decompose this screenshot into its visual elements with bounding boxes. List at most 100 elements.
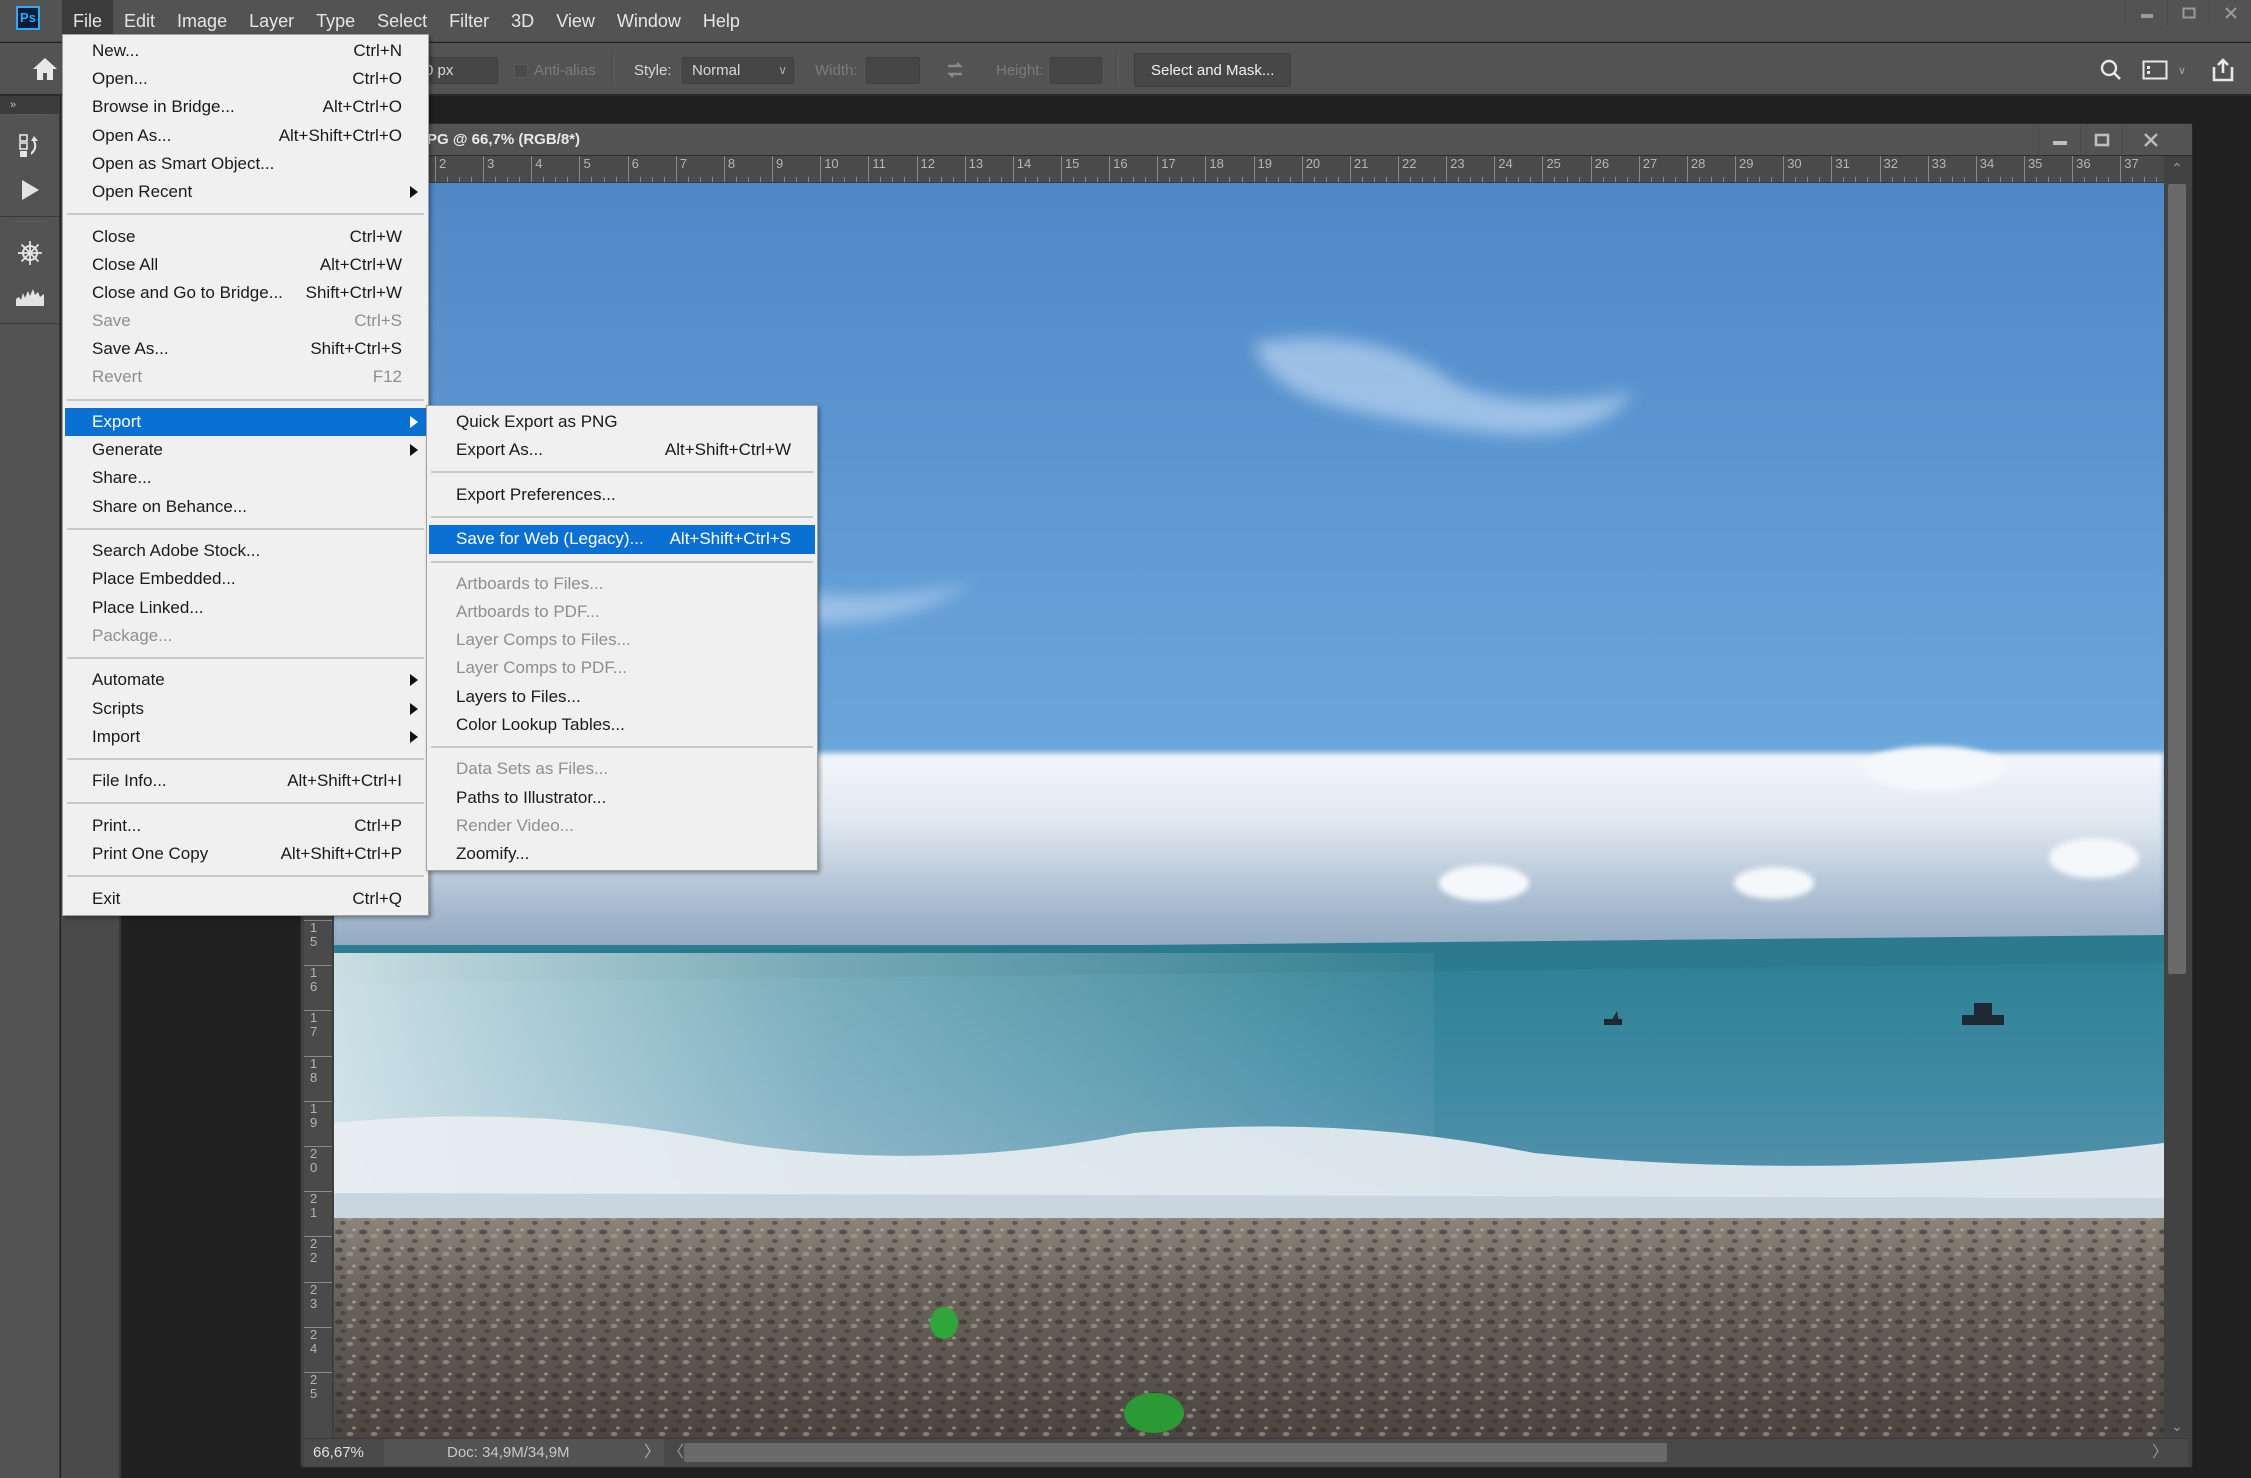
home-icon[interactable] — [30, 55, 60, 83]
menu-item-label: File Info... — [92, 771, 167, 791]
menu-item-open[interactable]: Open... Ctrl+O — [65, 65, 426, 93]
menu-item-shortcut: Alt+Shift+Ctrl+S — [669, 529, 791, 549]
menu-item-scripts[interactable]: Scripts — [65, 695, 426, 723]
menu-item-layer-comps-to-files[interactable]: Layer Comps to Files... — [429, 626, 815, 654]
width-input[interactable] — [866, 57, 920, 84]
maximize-icon[interactable] — [2080, 126, 2122, 154]
menu-item-open-recent[interactable]: Open Recent — [65, 178, 426, 206]
menu-item-share[interactable]: Share... — [65, 464, 426, 492]
swap-icon[interactable] — [940, 55, 970, 85]
menu-item-search-adobe-stock[interactable]: Search Adobe Stock... — [65, 537, 426, 565]
menu-item-layers-to-files[interactable]: Layers to Files... — [429, 683, 815, 711]
histogram-icon[interactable] — [0, 275, 59, 319]
menu-item-close[interactable]: Close Ctrl+W — [65, 223, 426, 251]
menu-item-render-video[interactable]: Render Video... — [429, 812, 815, 840]
menu-item-place-linked[interactable]: Place Linked... — [65, 594, 426, 622]
style-select[interactable]: Normal ∨ — [682, 57, 794, 84]
share-icon[interactable] — [2208, 55, 2238, 85]
actions-play-icon[interactable] — [0, 168, 59, 212]
panel-grip[interactable] — [14, 221, 45, 231]
workspace-icon[interactable] — [2140, 55, 2170, 85]
document-size-info[interactable]: Doc: 34,9M/34,9M — [447, 1439, 570, 1466]
menu-item-export-as[interactable]: Export As... Alt+Shift+Ctrl+W — [429, 436, 815, 464]
search-icon[interactable] — [2096, 55, 2126, 85]
menu-item-color-lookup-tables[interactable]: Color Lookup Tables... — [429, 711, 815, 739]
status-menu-arrow-icon[interactable]: 〉 — [644, 1439, 660, 1466]
menu-3d[interactable]: 3D — [500, 0, 545, 42]
vertical-scrollbar[interactable]: ⌃ ⌄ — [2166, 156, 2188, 1438]
scroll-right-icon[interactable]: 〉 — [2152, 1439, 2168, 1466]
ruler-tick-label: 24 — [304, 1326, 332, 1356]
navigator-icon[interactable] — [0, 231, 59, 275]
menu-item-label: Browse in Bridge... — [92, 97, 235, 117]
menu-item-package[interactable]: Package... — [65, 622, 426, 650]
collapse-panels-button[interactable]: » — [0, 96, 59, 114]
menu-filter[interactable]: Filter — [438, 0, 500, 42]
close-icon[interactable] — [2122, 126, 2178, 154]
antialias-checkbox[interactable] — [514, 64, 528, 78]
menu-item-new[interactable]: New... Ctrl+N — [65, 37, 426, 65]
menu-item-close-and-go-to-bridge[interactable]: Close and Go to Bridge... Shift+Ctrl+W — [65, 279, 426, 307]
close-icon[interactable] — [2209, 0, 2251, 26]
ruler-minor-tick — [1771, 177, 1773, 182]
scroll-down-icon[interactable]: ⌄ — [2166, 1414, 2188, 1438]
menu-item-share-on-behance[interactable]: Share on Behance... — [65, 493, 426, 521]
scroll-up-icon[interactable]: ⌃ — [2166, 156, 2188, 180]
menu-item-save-as[interactable]: Save As... Shift+Ctrl+S — [65, 335, 426, 363]
menu-item-quick-export-as-png[interactable]: Quick Export as PNG — [429, 408, 815, 436]
ruler-minor-tick — [1121, 177, 1123, 182]
ruler-minor-tick — [1518, 177, 1520, 182]
horizontal-scroll-thumb[interactable] — [684, 1443, 1667, 1462]
menu-window[interactable]: Window — [606, 0, 692, 42]
menu-item-automate[interactable]: Automate — [65, 666, 426, 694]
chevron-down-icon[interactable]: ∨ — [2174, 55, 2190, 85]
menu-item-paths-to-illustrator[interactable]: Paths to Illustrator... — [429, 784, 815, 812]
ruler-tick-label: 6 — [627, 156, 639, 182]
menu-item-save-for-web-legacy[interactable]: Save for Web (Legacy)... Alt+Shift+Ctrl+S — [429, 525, 815, 554]
menu-view[interactable]: View — [545, 0, 606, 42]
history-icon[interactable] — [0, 124, 59, 168]
menu-help[interactable]: Help — [692, 0, 751, 42]
menu-item-artboards-to-files[interactable]: Artboards to Files... — [429, 570, 815, 598]
menu-item-artboards-to-pdf[interactable]: Artboards to PDF... — [429, 598, 815, 626]
height-input[interactable] — [1050, 57, 1102, 84]
ruler-tick-label: 32 — [1879, 156, 1898, 182]
menu-item-open-as[interactable]: Open As... Alt+Shift+Ctrl+O — [65, 122, 426, 150]
ruler-minor-tick — [1181, 177, 1183, 182]
menu-item-import[interactable]: Import — [65, 723, 426, 751]
menu-item-open-as-smart-object[interactable]: Open as Smart Object... — [65, 150, 426, 178]
menu-item-place-embedded[interactable]: Place Embedded... — [65, 565, 426, 593]
menu-item-generate[interactable]: Generate — [65, 436, 426, 464]
menu-item-browse-in-bridge[interactable]: Browse in Bridge... Alt+Ctrl+O — [65, 93, 426, 121]
window-controls — [2125, 0, 2251, 26]
menu-item-print-one-copy[interactable]: Print One Copy Alt+Shift+Ctrl+P — [65, 840, 426, 868]
menu-item-file-info[interactable]: File Info... Alt+Shift+Ctrl+I — [65, 767, 426, 795]
menu-item-layer-comps-to-pdf[interactable]: Layer Comps to PDF... — [429, 654, 815, 682]
menu-item-zoomify[interactable]: Zoomify... — [429, 840, 815, 868]
menu-item-data-sets-as-files[interactable]: Data Sets as Files... — [429, 755, 815, 783]
chevron-down-icon: ∨ — [778, 63, 787, 77]
menu-item-export[interactable]: Export — [65, 408, 426, 437]
menu-item-shortcut: Ctrl+W — [349, 226, 402, 246]
zoom-level-field[interactable]: 66,67% — [304, 1439, 384, 1466]
scroll-left-icon[interactable]: 〈 — [668, 1439, 684, 1466]
menu-item-export-preferences[interactable]: Export Preferences... — [429, 481, 815, 509]
maximize-icon[interactable] — [2167, 0, 2209, 26]
horizontal-ruler[interactable]: 2 3 4 5 6 7 8 9 10 11 12 13 14 15 16 17 18 19 20 21 22 23 24 25… — [333, 156, 2164, 183]
menu-item-save[interactable]: Save Ctrl+S — [65, 307, 426, 335]
ruler-minor-tick — [904, 177, 906, 182]
menu-item-close-all[interactable]: Close All Alt+Ctrl+W — [65, 251, 426, 279]
minimize-icon[interactable] — [2038, 126, 2080, 154]
document-tab[interactable]: PG @ 66,7% (RGB/8*) — [301, 124, 2192, 156]
feather-input[interactable]: 0 px — [418, 57, 498, 84]
menu-item-exit[interactable]: Exit Ctrl+Q — [65, 885, 426, 913]
submenu-arrow-icon — [410, 702, 418, 715]
ruler-minor-tick — [940, 177, 942, 182]
select-and-mask-button[interactable]: Select and Mask... — [1134, 53, 1292, 87]
menu-item-revert[interactable]: Revert F12 — [65, 363, 426, 391]
vertical-scroll-thumb[interactable] — [2168, 184, 2186, 974]
horizontal-scrollbar[interactable]: 〈 〉 — [664, 1439, 2188, 1466]
panel-grip[interactable] — [14, 114, 45, 124]
minimize-icon[interactable] — [2125, 0, 2167, 26]
menu-item-print[interactable]: Print... Ctrl+P — [65, 812, 426, 840]
